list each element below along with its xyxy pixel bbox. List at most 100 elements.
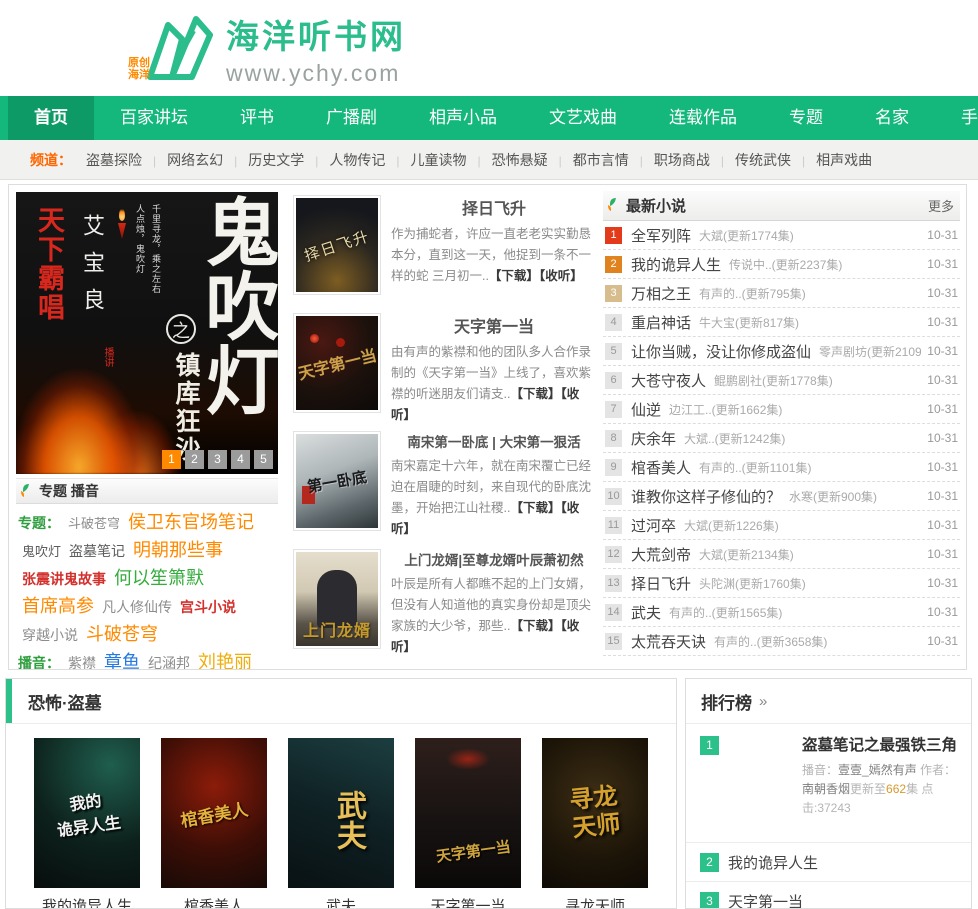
- nav-item[interactable]: 相声小品: [403, 96, 523, 140]
- cover-title-text: 棺香美人: [161, 738, 267, 888]
- rank-number-badge: 4: [605, 314, 622, 331]
- topic-tag[interactable]: 盗墓笔记: [69, 543, 125, 559]
- rank-number-badge: 9: [605, 459, 622, 476]
- book-title-link[interactable]: 棺香美人: [631, 457, 691, 478]
- slider-page-button[interactable]: 5: [254, 450, 273, 469]
- download-link[interactable]: 【下载】: [489, 269, 539, 283]
- latest-novels-panel: 最新小说 更多 1全军列阵大斌(更新1774集)10-312我的诡异人生传说中.…: [603, 191, 960, 656]
- channel-link[interactable]: 都市言情: [548, 152, 629, 168]
- book-title-link[interactable]: 万相之王: [631, 283, 691, 304]
- topic-tag[interactable]: 首席高参: [22, 596, 94, 616]
- book-title-link[interactable]: 谁教你这样子修仙的？: [631, 486, 781, 507]
- nav-item[interactable]: 百家讲坛: [94, 96, 214, 140]
- channel-link[interactable]: 历史文学: [223, 152, 304, 168]
- hero-slider[interactable]: 天下霸唱 艾宝良 播讲 人点烛，鬼吹灯 千里寻龙，乘之左右 之 镇库狂沙 鬼吹灯…: [16, 192, 278, 474]
- book-title-link[interactable]: 过河卒: [631, 515, 676, 536]
- book-title-link[interactable]: 我的诡异人生: [631, 254, 721, 275]
- featured-item: 第一卧底南宋第一卧底 | 大宋第一狠活南宋嘉定十六年，就在南宋覆亡已经迫在眉睫的…: [293, 431, 597, 535]
- book-title-link[interactable]: 重启神话: [631, 312, 691, 333]
- channel-link[interactable]: 网络玄幻: [142, 152, 223, 168]
- book-title-link[interactable]: 天字第一当: [415, 895, 521, 909]
- featured-book-title[interactable]: 南宋第一卧底 | 大宋第一狠活: [391, 431, 597, 451]
- download-link[interactable]: 【下载】: [510, 501, 560, 515]
- download-link[interactable]: 【下载】: [510, 619, 560, 633]
- listen-link[interactable]: 【收听】: [539, 269, 583, 283]
- book-title-link[interactable]: 天字第一当: [728, 891, 803, 909]
- topic-tag[interactable]: 张震讲鬼故事: [22, 571, 106, 587]
- topic-tag[interactable]: 宫斗小说: [180, 599, 236, 615]
- featured-book-title[interactable]: 天字第一当: [391, 313, 597, 337]
- book-title-link[interactable]: 择日飞升: [631, 573, 691, 594]
- channel-link[interactable]: 职场商战: [629, 152, 710, 168]
- channel-link[interactable]: 盗墓探险: [86, 152, 142, 168]
- book-cover[interactable]: 我的诡异人生: [34, 738, 140, 888]
- book-title-link[interactable]: 全军列阵: [631, 225, 691, 246]
- book-title-link[interactable]: 让你当贼，没让你修成盗仙: [631, 341, 811, 362]
- book-title-link[interactable]: 武夫: [631, 602, 661, 623]
- book-title-link[interactable]: 庆余年: [631, 428, 676, 449]
- featured-book-title[interactable]: 择日飞升: [391, 195, 597, 219]
- topic-tag[interactable]: 鬼吹灯: [22, 544, 61, 559]
- nav-item[interactable]: 连载作品: [643, 96, 763, 140]
- nav-item[interactable]: 手机版: [935, 96, 978, 140]
- featured-book-title[interactable]: 上门龙婿|至尊龙婿叶辰萧初然: [391, 549, 597, 569]
- book-cover-thumb[interactable]: 择日飞升: [293, 195, 381, 295]
- cover-title-text: 择日飞升: [301, 225, 372, 266]
- site-url: www.ychy.com: [226, 60, 406, 87]
- channel-link[interactable]: 传统武侠: [710, 152, 791, 168]
- nav-item[interactable]: 文艺戏曲: [523, 96, 643, 140]
- download-link[interactable]: 【下载】: [510, 387, 560, 401]
- nav-item[interactable]: 专题: [763, 96, 849, 140]
- book-title-link[interactable]: 我的诡异人生: [728, 852, 818, 873]
- channel-link[interactable]: 恐怖悬疑: [467, 152, 548, 168]
- latest-novel-row: 8庆余年大斌..(更新1242集)10-31: [603, 424, 960, 453]
- slider-page-button[interactable]: 4: [231, 450, 250, 469]
- cover-title-text: 寻龙天师: [542, 738, 648, 888]
- book-cover[interactable]: 寻龙天师: [542, 738, 648, 888]
- topic-tag[interactable]: 纪涵邦: [148, 655, 190, 670]
- book-cover[interactable]: 天字第一当: [415, 738, 521, 888]
- topic-tag[interactable]: 刘艳丽: [198, 652, 252, 670]
- book-title-link[interactable]: 大苍守夜人: [631, 370, 706, 391]
- topic-tag[interactable]: 穿越小说: [22, 627, 78, 643]
- slider-page-button[interactable]: 2: [185, 450, 204, 469]
- nav-item[interactable]: 广播剧: [300, 96, 403, 140]
- site-logo[interactable]: 原创 海洋 海洋听书网 www.ychy.com: [136, 10, 406, 87]
- nav-item[interactable]: 评书: [214, 96, 300, 140]
- book-cover[interactable]: 武夫: [288, 738, 394, 888]
- book-title-link[interactable]: 我的诡异人生: [34, 895, 140, 909]
- topic-tag[interactable]: 斗破苍穹: [68, 516, 120, 531]
- nav-item[interactable]: 首页: [8, 96, 94, 140]
- slider-cover-zhi: 之: [166, 314, 196, 344]
- ranking-top-book-title[interactable]: 盗墓笔记之最强铁三角: [802, 736, 963, 756]
- book-title-link[interactable]: 棺香美人: [161, 895, 267, 909]
- topic-tag[interactable]: 章鱼: [104, 652, 140, 670]
- topic-tag[interactable]: 何以笙箫默: [114, 568, 204, 588]
- book-cover[interactable]: 棺香美人: [161, 738, 267, 888]
- book-title-link[interactable]: 寻龙天师: [542, 895, 648, 909]
- book-meta: 有声的..(更新1101集): [699, 459, 921, 476]
- channel-link[interactable]: 儿童读物: [385, 152, 466, 168]
- channel-link[interactable]: 相声戏曲: [791, 152, 872, 168]
- topic-tag[interactable]: 凡人修仙传: [102, 599, 172, 615]
- topic-tag[interactable]: 紫襟: [68, 655, 96, 670]
- book-cover-thumb[interactable]: 第一卧底: [293, 431, 381, 531]
- slider-cover-narrator: 艾宝良: [76, 214, 108, 325]
- rank-number-badge: 10: [605, 488, 622, 505]
- topic-tag[interactable]: 斗破苍穹: [86, 624, 158, 644]
- book-title-link[interactable]: 大荒剑帝: [631, 544, 691, 565]
- topic-tag[interactable]: 明朝那些事: [133, 540, 223, 560]
- topic-tag[interactable]: 侯卫东官场笔记: [128, 512, 254, 532]
- book-cover-thumb[interactable]: 上门龙婿: [293, 549, 381, 649]
- book-title-link[interactable]: 仙逆: [631, 399, 661, 420]
- book-title-link[interactable]: 武夫: [288, 895, 394, 909]
- slider-page-button[interactable]: 1: [162, 450, 181, 469]
- book-cover-thumb[interactable]: 天字第一当: [293, 313, 381, 413]
- ranking-top-cover[interactable]: 1 盗墓笔记最强铁三角: [700, 736, 792, 832]
- nav-item[interactable]: 名家: [849, 96, 935, 140]
- channel-link[interactable]: 人物传记: [304, 152, 385, 168]
- more-link[interactable]: 更多: [928, 196, 954, 215]
- slider-page-button[interactable]: 3: [208, 450, 227, 469]
- double-arrow-icon[interactable]: »: [759, 693, 767, 710]
- book-title-link[interactable]: 太荒吞天诀: [631, 631, 706, 652]
